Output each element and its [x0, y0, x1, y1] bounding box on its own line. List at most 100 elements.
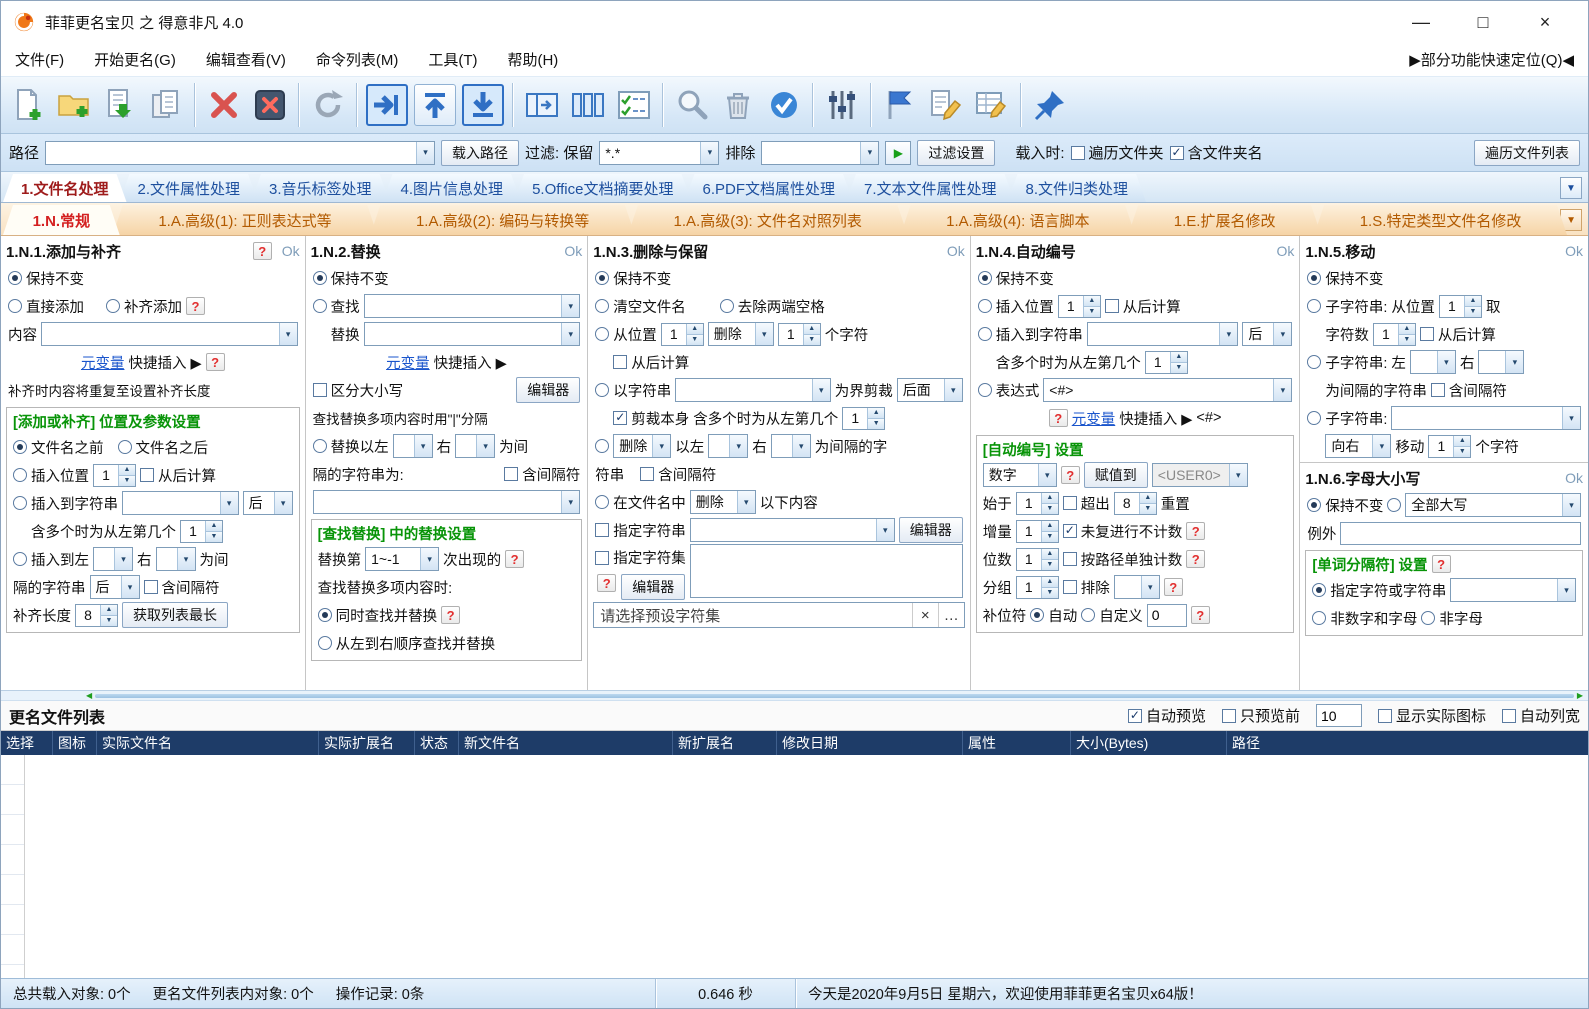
spin-up-icon[interactable]: ▲ — [1041, 492, 1058, 504]
help-button[interactable]: ? — [1431, 555, 1451, 573]
chevron-down-icon[interactable]: ▾ — [1436, 351, 1455, 373]
column-new-extension[interactable]: 新扩展名 — [673, 731, 777, 755]
spin-down-icon[interactable]: ▼ — [1041, 559, 1058, 570]
search-button[interactable] — [669, 80, 715, 130]
p4-increment-spinner[interactable]: 1 ▲ ▼ — [1015, 519, 1059, 543]
spin-up-icon[interactable]: ▲ — [686, 323, 703, 335]
p1-sep-before-after-combo[interactable]: 后 ▾ — [89, 575, 140, 599]
spinner-arrows[interactable]: ▲ ▼ — [1463, 295, 1481, 317]
p4-pad-custom-input[interactable] — [1146, 603, 1187, 627]
spin-up-icon[interactable]: ▲ — [1083, 295, 1100, 307]
p3-trim-spaces-radio[interactable]: 去除两端空格 — [719, 296, 825, 317]
p3-by-string-radio[interactable]: 以字符串 — [595, 380, 671, 401]
chevron-down-icon[interactable]: ▾ — [652, 435, 671, 457]
p1-get-longest-button[interactable]: 获取列表最长 — [122, 602, 228, 628]
load-path-button[interactable]: 载入路径 — [441, 139, 520, 166]
p5-direction-combo[interactable]: 向右 ▾ — [1325, 434, 1392, 458]
spin-up-icon[interactable]: ▲ — [868, 407, 885, 419]
p3-in-name-mode-combo[interactable]: 删除 ▾ — [689, 490, 756, 514]
p3-between-left-combo[interactable]: ▾ — [708, 434, 749, 458]
p6-case-combo[interactable]: 全部大写 ▾ — [1405, 493, 1581, 517]
spin-up-icon[interactable]: ▲ — [803, 323, 820, 335]
quick-insert-label[interactable]: 快捷插入 ▶ — [1119, 408, 1192, 429]
p1-multi-spinner[interactable]: 1 ▲ ▼ — [180, 519, 223, 543]
quick-insert-label[interactable]: 快捷插入 ▶ — [128, 352, 201, 373]
help-button[interactable]: ? — [252, 242, 272, 260]
close-list-button[interactable] — [247, 80, 293, 130]
p4-insert-to-string-radio[interactable]: 插入到字符串 — [977, 324, 1083, 345]
ok-indicator[interactable]: Ok — [282, 243, 300, 259]
form-view-button[interactable] — [611, 80, 657, 130]
quick-insert-label[interactable]: 快捷插入 ▶ — [434, 352, 507, 373]
help-button[interactable]: ? — [1190, 606, 1210, 624]
auto-preview-checkbox[interactable]: 自动预览 — [1127, 705, 1206, 726]
edit-list-button[interactable] — [969, 80, 1015, 130]
clear-icon[interactable]: × — [911, 603, 938, 627]
spin-down-icon[interactable]: ▼ — [1083, 306, 1100, 317]
ok-indicator[interactable]: Ok — [947, 243, 965, 259]
p2-find-combo[interactable]: ▾ — [363, 294, 581, 318]
p2-nth-combo[interactable]: 1~-1 ▾ — [365, 547, 440, 571]
load-list-button[interactable] — [97, 80, 143, 130]
p4-overflow-checkbox[interactable]: 超出 — [1062, 493, 1110, 514]
p1-between-left-combo[interactable]: ▾ — [93, 547, 133, 571]
p3-multi-spinner[interactable]: 1 ▲ ▼ — [842, 406, 886, 430]
meta-variable-link[interactable]: 元变量 — [81, 352, 125, 373]
p3-by-string-combo[interactable]: ▾ — [675, 378, 831, 402]
chevron-down-icon[interactable]: ▾ — [176, 548, 195, 570]
p1-include-sep-checkbox[interactable]: 含间隔符 — [143, 577, 220, 598]
p4-from-end-checkbox[interactable]: 从后计算 — [1104, 296, 1181, 317]
spinner-arrows[interactable]: ▲ ▼ — [1397, 323, 1415, 345]
horizontal-scrollbar[interactable]: ◀ ▶ — [1, 691, 1588, 701]
close-button[interactable]: × — [1514, 5, 1576, 39]
chevron-down-icon[interactable]: ▾ — [561, 491, 580, 513]
filter-flag-button[interactable] — [877, 80, 923, 130]
chevron-down-icon[interactable]: ▾ — [413, 435, 432, 457]
p4-insert-string-combo[interactable]: ▾ — [1086, 322, 1239, 346]
chevron-down-icon[interactable]: ▾ — [791, 435, 810, 457]
chevron-down-icon[interactable]: ▾ — [1562, 494, 1580, 516]
p3-spec-string-combo[interactable]: ▾ — [689, 518, 895, 542]
p2-keep-radio[interactable]: 保持不变 — [312, 268, 389, 289]
p2-replace-between-radio[interactable]: 替换以左 — [312, 436, 389, 457]
spin-up-icon[interactable]: ▲ — [1041, 520, 1058, 532]
p4-perpath-checkbox[interactable]: 按路径单独计数 — [1062, 549, 1182, 570]
p4-keep-radio[interactable]: 保持不变 — [977, 268, 1054, 289]
p4-expression-radio[interactable]: 表达式 — [977, 380, 1039, 401]
column-status[interactable]: 状态 — [415, 731, 459, 755]
spin-up-icon[interactable]: ▲ — [1170, 351, 1187, 363]
scroll-left-icon[interactable]: ◀ — [83, 691, 95, 700]
exclude-combo[interactable]: ▾ — [761, 140, 880, 165]
p4-overflow-spinner[interactable]: 8 ▲ ▼ — [1113, 491, 1157, 515]
p3-from-pos-spinner[interactable]: 1 ▲ ▼ — [660, 322, 704, 346]
tab-file-attr[interactable]: 2.文件属性处理 — [120, 174, 259, 202]
clear-list-button[interactable] — [715, 80, 761, 130]
chevron-down-icon[interactable]: ▾ — [811, 379, 830, 401]
maximize-button[interactable]: □ — [1452, 5, 1514, 39]
menu-command-list[interactable]: 命令列表(M) — [316, 49, 399, 70]
p6-non-alpha-radio[interactable]: 非字母 — [1421, 608, 1483, 629]
spinner-arrows[interactable]: ▲ ▼ — [1040, 492, 1058, 514]
p4-expression-combo[interactable]: <#> ▾ — [1043, 378, 1293, 402]
chevron-down-icon[interactable]: ▾ — [875, 519, 894, 541]
p4-pad-auto-radio[interactable]: 自动 — [1030, 605, 1077, 626]
p3-clear-name-radio[interactable]: 清空文件名 — [595, 296, 686, 317]
spin-down-icon[interactable]: ▼ — [101, 615, 117, 626]
spin-down-icon[interactable]: ▼ — [1170, 362, 1187, 373]
p4-start-spinner[interactable]: 1 ▲ ▼ — [1015, 491, 1059, 515]
spin-down-icon[interactable]: ▼ — [1464, 306, 1481, 317]
p3-preset-charset-combo[interactable]: 请选择预设字符集 ×… — [593, 602, 965, 628]
p2-sequential-radio[interactable]: 从左到右顺序查找并替换 — [317, 633, 495, 654]
spin-down-icon[interactable]: ▼ — [1041, 587, 1058, 598]
column-actual-filename[interactable]: 实际文件名 — [97, 731, 319, 755]
p3-cut-self-checkbox[interactable]: 剪裁本身 — [613, 408, 689, 429]
p3-del2-combo[interactable]: 删除 ▾ — [613, 434, 672, 458]
tab-text-attr[interactable]: 7.文本文件属性处理 — [846, 174, 1015, 202]
p5-between-left-combo[interactable]: ▾ — [1409, 350, 1456, 374]
chevron-down-icon[interactable]: ▾ — [219, 492, 238, 514]
chevron-down-icon[interactable]: ▾ — [1562, 407, 1580, 429]
chevron-down-icon[interactable]: ▾ — [1505, 351, 1524, 373]
spin-down-icon[interactable]: ▼ — [803, 334, 820, 345]
p1-between-right-combo[interactable]: ▾ — [155, 547, 196, 571]
spin-up-icon[interactable]: ▲ — [1041, 576, 1058, 588]
